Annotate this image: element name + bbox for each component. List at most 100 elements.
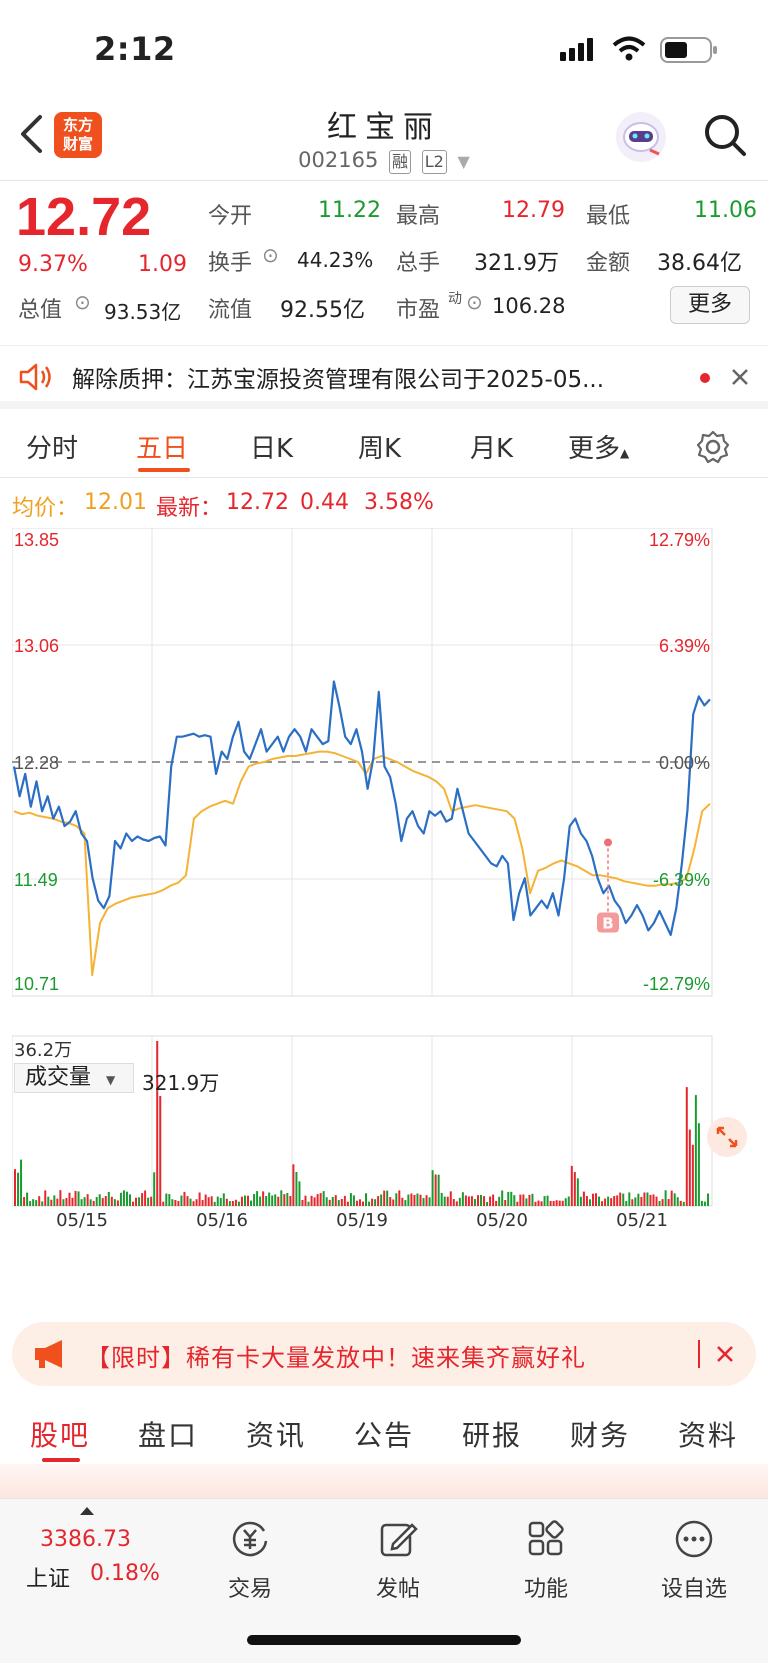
volume-bar (277, 1196, 280, 1206)
volume-bar (389, 1197, 392, 1206)
float-cap-value: 92.55亿 (280, 298, 365, 323)
volume-bar (682, 1201, 685, 1206)
volume-bar (38, 1196, 41, 1206)
add-watchlist-button[interactable]: 设自选 (644, 1571, 744, 1603)
unread-dot (700, 373, 710, 383)
volume-bar (186, 1196, 189, 1206)
tab-weekly-k[interactable]: 周K (358, 428, 401, 465)
compose-post-icon[interactable] (378, 1519, 418, 1559)
five-day-price-chart[interactable]: B 13.85 12.79% 13.06 6.39% 12.28 0.00% 11.49 -6… (12, 528, 756, 1288)
volume-bar (368, 1201, 371, 1206)
volume-bar (20, 1159, 23, 1206)
volume-bar (349, 1193, 352, 1206)
volume-bar (640, 1197, 643, 1206)
avg-price-label: 均价： (12, 496, 79, 521)
volume-bar (247, 1195, 250, 1206)
volume-bar (292, 1164, 295, 1206)
volume-bar (304, 1195, 307, 1206)
dropdown-triangle-icon: ▲ (620, 446, 630, 460)
volume-bar (619, 1192, 622, 1206)
post-button[interactable]: 发帖 (348, 1571, 448, 1603)
volume-bar (313, 1197, 316, 1206)
volume-bar (625, 1200, 628, 1206)
volume-bar (407, 1194, 410, 1206)
volume-bar (222, 1193, 225, 1206)
y-tick-left: 12.28 (14, 753, 59, 773)
volume-bar (286, 1192, 289, 1206)
settings-gear-icon[interactable] (696, 430, 730, 464)
volume-bar (449, 1191, 452, 1206)
volume-bar (128, 1194, 131, 1206)
expand-up-icon[interactable] (80, 1507, 94, 1515)
volume-bar (116, 1200, 119, 1206)
trade-button[interactable]: 交易 (200, 1571, 300, 1603)
close-icon[interactable] (715, 1344, 735, 1364)
volume-indicator-select[interactable]: 成交量 ▼ (14, 1063, 134, 1093)
volume-bar (174, 1199, 177, 1206)
volume-bar (422, 1197, 425, 1206)
functions-button[interactable]: 功能 (496, 1571, 596, 1603)
volume-bar (386, 1190, 389, 1206)
volume-bar (531, 1193, 534, 1206)
robot-assistant-icon[interactable] (614, 110, 668, 164)
more-quote-button[interactable]: 更多 (670, 286, 750, 324)
y-tick-right: 6.39% (659, 636, 710, 656)
info-circle-icon[interactable]: ⊙ (262, 243, 279, 267)
pe-dynamic-sup: 动 (448, 291, 462, 307)
info-tabs: 股吧 盘口 资讯 公告 研报 财务 资料 (0, 1398, 768, 1464)
volume-bar (213, 1201, 216, 1206)
search-icon[interactable] (702, 112, 748, 158)
info-circle-icon[interactable]: ⊙ (466, 290, 483, 314)
tab-five-day[interactable]: 五日 (136, 428, 188, 465)
volume-bar (377, 1196, 380, 1206)
volume-bar (358, 1199, 361, 1206)
volume-bar (570, 1165, 573, 1206)
amount-label: 金额 (586, 251, 631, 276)
volume-bar (461, 1192, 464, 1206)
trade-yen-icon[interactable] (230, 1519, 270, 1559)
notice-bar[interactable]: 解除质押：江苏宝源投资管理有限公司于2025-05... (0, 345, 768, 409)
volume-bar (23, 1197, 26, 1206)
volume-bar (95, 1197, 98, 1206)
index-value[interactable]: 3386.73 (40, 1527, 131, 1552)
volume-bar (404, 1200, 407, 1206)
volume-bar (26, 1192, 29, 1206)
volume-bar (177, 1201, 180, 1206)
expand-fullscreen-icon[interactable] (706, 1116, 748, 1158)
function-grid-icon[interactable] (526, 1519, 566, 1559)
x-tick-label: 05/15 (56, 1210, 108, 1231)
volume-bar (428, 1197, 431, 1206)
volume-bar (700, 1200, 703, 1206)
cellular-signal-icon (560, 38, 593, 61)
volume-bar (567, 1196, 570, 1206)
volume-bar (189, 1198, 192, 1206)
volume-bar (607, 1196, 610, 1206)
change-percent: 9.37% (18, 252, 88, 277)
tab-monthly-k[interactable]: 月K (470, 428, 513, 465)
tab-profile[interactable]: 资料 (678, 1414, 738, 1454)
volume-bar (180, 1195, 183, 1206)
tab-order-book[interactable]: 盘口 (138, 1414, 198, 1454)
tab-research[interactable]: 研报 (462, 1414, 522, 1454)
tab-daily-k[interactable]: 日K (250, 428, 293, 465)
tab-announcements[interactable]: 公告 (354, 1414, 414, 1454)
tab-news[interactable]: 资讯 (246, 1414, 306, 1454)
tab-intraday[interactable]: 分时 (26, 428, 78, 465)
volume-bar (80, 1199, 83, 1206)
info-circle-icon[interactable]: ⊙ (74, 290, 91, 314)
volume-bar (141, 1193, 144, 1206)
amount-value: 38.64亿 (657, 251, 742, 276)
promo-banner[interactable]: 【限时】稀有卡大量发放中！速来集齐赢好礼 (12, 1322, 756, 1386)
more-dots-icon[interactable] (674, 1519, 714, 1559)
volume-bar (519, 1194, 522, 1206)
tab-more[interactable]: 更多▲ (568, 428, 629, 465)
tab-forum[interactable]: 股吧 (30, 1414, 90, 1454)
volume-bar (74, 1190, 77, 1206)
volume-bar (44, 1190, 47, 1206)
volume-bar (628, 1192, 631, 1206)
volume-bar (537, 1200, 540, 1206)
close-icon[interactable] (730, 367, 750, 387)
volume-bar (476, 1195, 479, 1206)
volume-bar (437, 1174, 440, 1206)
tab-finance[interactable]: 财务 (570, 1414, 630, 1454)
